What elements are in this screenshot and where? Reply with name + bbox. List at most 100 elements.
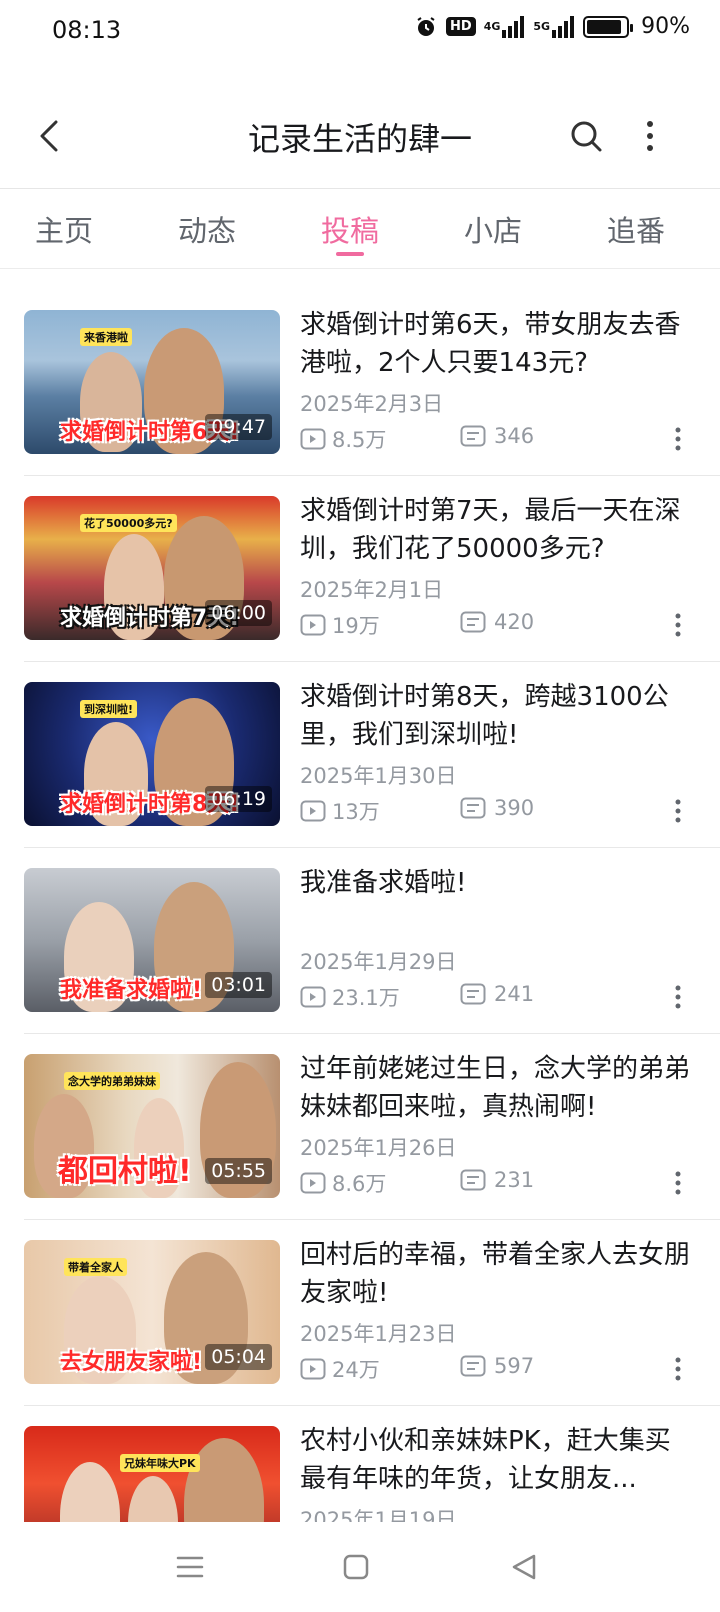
video-title[interactable]: 农村小伙和亲妹妹PK，赶大集买最有年味的年货，让女朋友...: [300, 1422, 692, 1498]
tab-uploads[interactable]: 投稿: [290, 208, 410, 250]
comment-count-value: 346: [494, 424, 535, 448]
video-item[interactable]: 到深圳啦! 求婚倒计时第8天! 06:19 求婚倒计时第8天，跨越3100公里，…: [0, 662, 720, 848]
thumbnail-tag: 花了50000多元?: [80, 514, 177, 532]
item-more-button[interactable]: [666, 1352, 690, 1386]
comment-count: 241: [460, 982, 534, 1006]
video-date: 2025年1月30日: [300, 764, 457, 788]
comment-count: 420: [460, 610, 534, 634]
more-vertical-icon: [675, 1171, 681, 1195]
video-thumbnail[interactable]: 带着全家人 去女朋友家啦! 05:04: [24, 1240, 280, 1384]
alarm-icon: [414, 15, 438, 39]
video-item[interactable]: 兄妹年味大PK 农村小伙和亲妹妹PK，赶大集买最有年味的年货，让女朋友... 2…: [0, 1406, 720, 1522]
tab-shop[interactable]: 小店: [433, 208, 553, 250]
play-count-icon: [300, 800, 326, 822]
tab-anime[interactable]: 追番: [576, 208, 696, 250]
video-thumbnail[interactable]: 兄妹年味大PK: [24, 1426, 280, 1522]
comment-count-value: 390: [494, 796, 535, 820]
signal-4g-icon: 4G: [483, 15, 526, 38]
video-item[interactable]: 我准备求婚啦! 03:01 我准备求婚啦! 2025年1月29日 23.1万 2…: [0, 848, 720, 1034]
tabs-divider: [0, 268, 720, 269]
item-more-button[interactable]: [666, 608, 690, 642]
tab-bar: 主页 动态 投稿 小店 追番: [0, 190, 720, 268]
video-item[interactable]: 花了50000多元? 求婚倒计时第7天! 06:00 求婚倒计时第7天，最后一天…: [0, 476, 720, 662]
more-vertical-icon: [675, 613, 681, 637]
tab-home[interactable]: 主页: [4, 208, 124, 250]
status-time: 08:13: [52, 16, 122, 44]
video-title[interactable]: 过年前姥姥过生日，念大学的弟弟妹妹都回来啦，真热闹啊!: [300, 1050, 692, 1126]
video-item[interactable]: 带着全家人 去女朋友家啦! 05:04 回村后的幸福，带着全家人去女朋友家啦! …: [0, 1220, 720, 1406]
comment-count: 597: [460, 1354, 534, 1378]
comment-icon: [460, 611, 486, 633]
comment-icon: [460, 1169, 486, 1191]
video-title[interactable]: 回村后的幸福，带着全家人去女朋友家啦!: [300, 1236, 692, 1312]
battery-icon: [583, 15, 634, 38]
video-duration: 05:04: [205, 1344, 272, 1370]
title-bar: 记录生活的肆一: [0, 96, 720, 184]
item-more-button[interactable]: [666, 422, 690, 456]
comment-count-value: 420: [494, 610, 535, 634]
play-count-value: 23.1万: [332, 986, 400, 1010]
status-bar: 08:13 HD 4G 5G 90%: [0, 0, 720, 66]
video-stats: 13万 390: [300, 796, 700, 826]
thumbnail-tag: 带着全家人: [64, 1258, 127, 1276]
active-tab-indicator: [336, 252, 364, 256]
item-more-button[interactable]: [666, 794, 690, 828]
play-count-icon: [300, 986, 326, 1008]
play-count-icon: [300, 1358, 326, 1380]
play-count-value: 8.5万: [332, 428, 387, 452]
video-duration: 06:19: [205, 786, 272, 812]
home-button[interactable]: [336, 1550, 376, 1584]
video-item[interactable]: 念大学的弟弟妹妹 都回村啦! 05:55 过年前姥姥过生日，念大学的弟弟妹妹都回…: [0, 1034, 720, 1220]
play-count: 23.1万: [300, 982, 400, 1012]
play-count-value: 13万: [332, 800, 380, 824]
video-date: 2025年1月26日: [300, 1136, 457, 1160]
video-duration: 06:00: [205, 600, 272, 626]
video-title[interactable]: 我准备求婚啦!: [300, 864, 692, 902]
video-thumbnail[interactable]: 来香港啦 求婚倒计时第6天! 09:47: [24, 310, 280, 454]
comment-icon: [460, 1355, 486, 1377]
play-count-icon: [300, 1172, 326, 1194]
more-vertical-icon: [675, 799, 681, 823]
comment-icon: [460, 797, 486, 819]
play-count: 19万: [300, 610, 380, 640]
video-thumbnail[interactable]: 我准备求婚啦! 03:01: [24, 868, 280, 1012]
play-count: 8.6万: [300, 1168, 386, 1198]
video-thumbnail[interactable]: 到深圳啦! 求婚倒计时第8天! 06:19: [24, 682, 280, 826]
play-count-value: 8.6万: [332, 1172, 387, 1196]
video-title[interactable]: 求婚倒计时第7天，最后一天在深圳，我们花了50000多元?: [300, 492, 692, 568]
video-item[interactable]: 来香港啦 求婚倒计时第6天! 09:47 求婚倒计时第6天，带女朋友去香港啦，2…: [0, 290, 720, 476]
more-button[interactable]: [628, 114, 672, 158]
video-date: 2025年2月1日: [300, 578, 444, 602]
home-square-icon: [343, 1554, 369, 1580]
play-count: 13万: [300, 796, 380, 826]
comment-count: 346: [460, 424, 534, 448]
hd-label: HD: [450, 19, 472, 34]
tab-dynamic[interactable]: 动态: [147, 208, 267, 250]
video-thumbnail[interactable]: 花了50000多元? 求婚倒计时第7天! 06:00: [24, 496, 280, 640]
comment-icon: [460, 983, 486, 1005]
item-more-button[interactable]: [666, 1166, 690, 1200]
thumbnail-tag: 到深圳啦!: [80, 700, 138, 718]
search-button[interactable]: [564, 114, 608, 158]
video-date: 2025年1月29日: [300, 950, 457, 974]
menu-button[interactable]: [170, 1550, 210, 1584]
thumbnail-tag: 念大学的弟弟妹妹: [64, 1072, 160, 1090]
video-title[interactable]: 求婚倒计时第8天，跨越3100公里，我们到深圳啦!: [300, 678, 692, 754]
play-count: 24万: [300, 1354, 380, 1384]
menu-icon: [176, 1556, 204, 1578]
video-list[interactable]: 来香港啦 求婚倒计时第6天! 09:47 求婚倒计时第6天，带女朋友去香港啦，2…: [0, 290, 720, 1522]
battery-fill: [587, 19, 622, 34]
video-thumbnail[interactable]: 念大学的弟弟妹妹 都回村啦! 05:55: [24, 1054, 280, 1198]
net1-label: 4G: [483, 20, 501, 33]
thumbnail-tag: 兄妹年味大PK: [120, 1454, 200, 1472]
item-more-button[interactable]: [666, 980, 690, 1014]
system-back-button[interactable]: [504, 1550, 544, 1584]
video-duration: 03:01: [205, 972, 272, 998]
video-stats: 8.6万 231: [300, 1168, 700, 1198]
header-divider: [0, 188, 720, 189]
comment-count: 231: [460, 1168, 534, 1192]
comment-count-value: 241: [494, 982, 535, 1006]
comment-count-value: 597: [494, 1354, 535, 1378]
video-title[interactable]: 求婚倒计时第6天，带女朋友去香港啦，2个人只要143元?: [300, 306, 692, 382]
video-stats: 19万 420: [300, 610, 700, 640]
